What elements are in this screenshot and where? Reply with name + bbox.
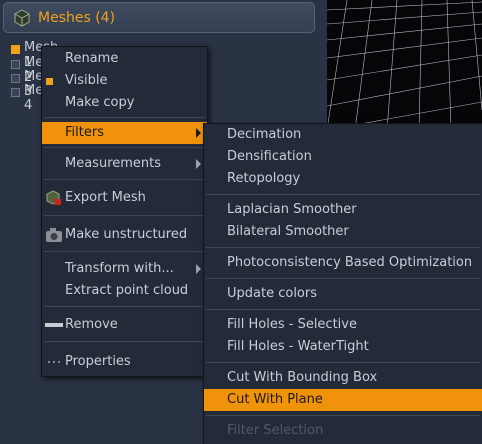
menu-item-make-copy[interactable]: Make copy [42,92,207,114]
menu-item-cut-plane[interactable]: Cut With Plane [204,389,482,411]
menu-item-label: Visible [65,73,108,88]
menu-item-label: Laplacian Smoother [227,202,357,217]
menu-item-label: Filter Selection [227,423,324,438]
menu-separator [206,247,480,248]
menu-item-photoconsistency[interactable]: Photoconsistency Based Optimization [204,252,482,274]
menu-item-rename[interactable]: Rename [42,48,207,70]
menu-item-densification[interactable]: Densification [204,146,482,168]
menu-item-make-unstructured[interactable]: Make unstructured [42,224,207,246]
menu-item-label: Filters [65,125,104,140]
checked-indicator-icon [46,78,53,85]
menu-item-laplacian-smoother[interactable]: Laplacian Smoother [204,199,482,221]
menu-item-label: Cut With Plane [227,392,323,407]
menu-item-label: Photoconsistency Based Optimization [227,255,473,270]
menu-item-label: Extract point cloud [65,283,189,298]
cube-icon [14,9,30,27]
checkbox[interactable] [11,60,20,69]
menu-separator [206,309,480,310]
menu-separator [206,415,480,416]
menu-item-label: Measurements [65,156,162,171]
menu-separator [44,251,205,252]
menu-item-label: Export Mesh [65,190,146,205]
menu-item-label: Decimation [227,127,302,142]
submenu-arrow-icon [196,264,201,274]
menu-item-label: Make copy [65,95,135,110]
remove-bar-icon [45,323,63,327]
menu-item-update-colors[interactable]: Update colors [204,283,482,305]
menu-item-label: Retopology [227,171,301,186]
menu-item-label: Fill Holes - WaterTight [227,339,369,354]
menu-item-export-mesh[interactable]: Export Mesh [42,187,207,209]
menu-separator [44,215,205,216]
menu-item-visible[interactable]: Visible [42,70,207,92]
menu-item-label: Properties [65,354,131,369]
menu-separator [44,341,205,342]
checkbox[interactable] [11,88,20,97]
menu-item-retopology[interactable]: Retopology [204,168,482,190]
menu-separator [206,278,480,279]
menu-item-label: Bilateral Smoother [227,224,349,239]
export-mesh-icon [46,190,61,205]
submenu-arrow-icon [196,128,201,138]
submenu-arrow-icon [196,159,201,169]
menu-item-filters[interactable]: Filters [42,122,207,144]
menu-separator [44,117,205,118]
menu-item-label: Rename [65,51,119,66]
checkbox[interactable] [11,74,20,83]
menu-item-decimation[interactable]: Decimation [204,124,482,146]
menu-item-transform-with[interactable]: Transform with... [42,258,207,280]
properties-dots-icon [48,361,60,363]
context-menu: Rename Visible Make copy Filters Measure… [41,46,208,377]
menu-separator [206,194,480,195]
checkbox[interactable] [11,45,20,54]
menu-item-properties[interactable]: Properties [42,351,207,373]
menu-item-label: Remove [65,317,118,332]
menu-item-label: Transform with... [65,261,174,276]
menu-item-measurements[interactable]: Measurements [42,153,207,175]
panel-title: Meshes (4) [38,10,116,26]
menu-item-fill-holes-watertight[interactable]: Fill Holes - WaterTight [204,336,482,358]
viewport-3d[interactable] [327,0,482,130]
menu-separator [206,362,480,363]
camera-icon [46,228,62,242]
menu-item-extract-point-cloud[interactable]: Extract point cloud [42,280,207,302]
menu-item-filter-selection: Filter Selection [204,420,482,442]
filters-submenu: Decimation Densification Retopology Lapl… [203,123,482,444]
menu-item-bilateral-smoother[interactable]: Bilateral Smoother [204,221,482,243]
menu-item-label: Update colors [227,286,317,301]
menu-separator [44,179,205,180]
menu-item-fill-holes-selective[interactable]: Fill Holes - Selective [204,314,482,336]
menu-item-label: Fill Holes - Selective [227,317,357,332]
meshes-panel-header[interactable]: Meshes (4) [3,2,315,33]
menu-item-remove[interactable]: Remove [42,314,207,336]
menu-separator [44,306,205,307]
menu-separator [44,147,205,148]
menu-item-label: Make unstructured [65,227,188,242]
menu-item-label: Densification [227,149,312,164]
menu-item-cut-bounding-box[interactable]: Cut With Bounding Box [204,367,482,389]
menu-item-label: Cut With Bounding Box [227,370,378,385]
